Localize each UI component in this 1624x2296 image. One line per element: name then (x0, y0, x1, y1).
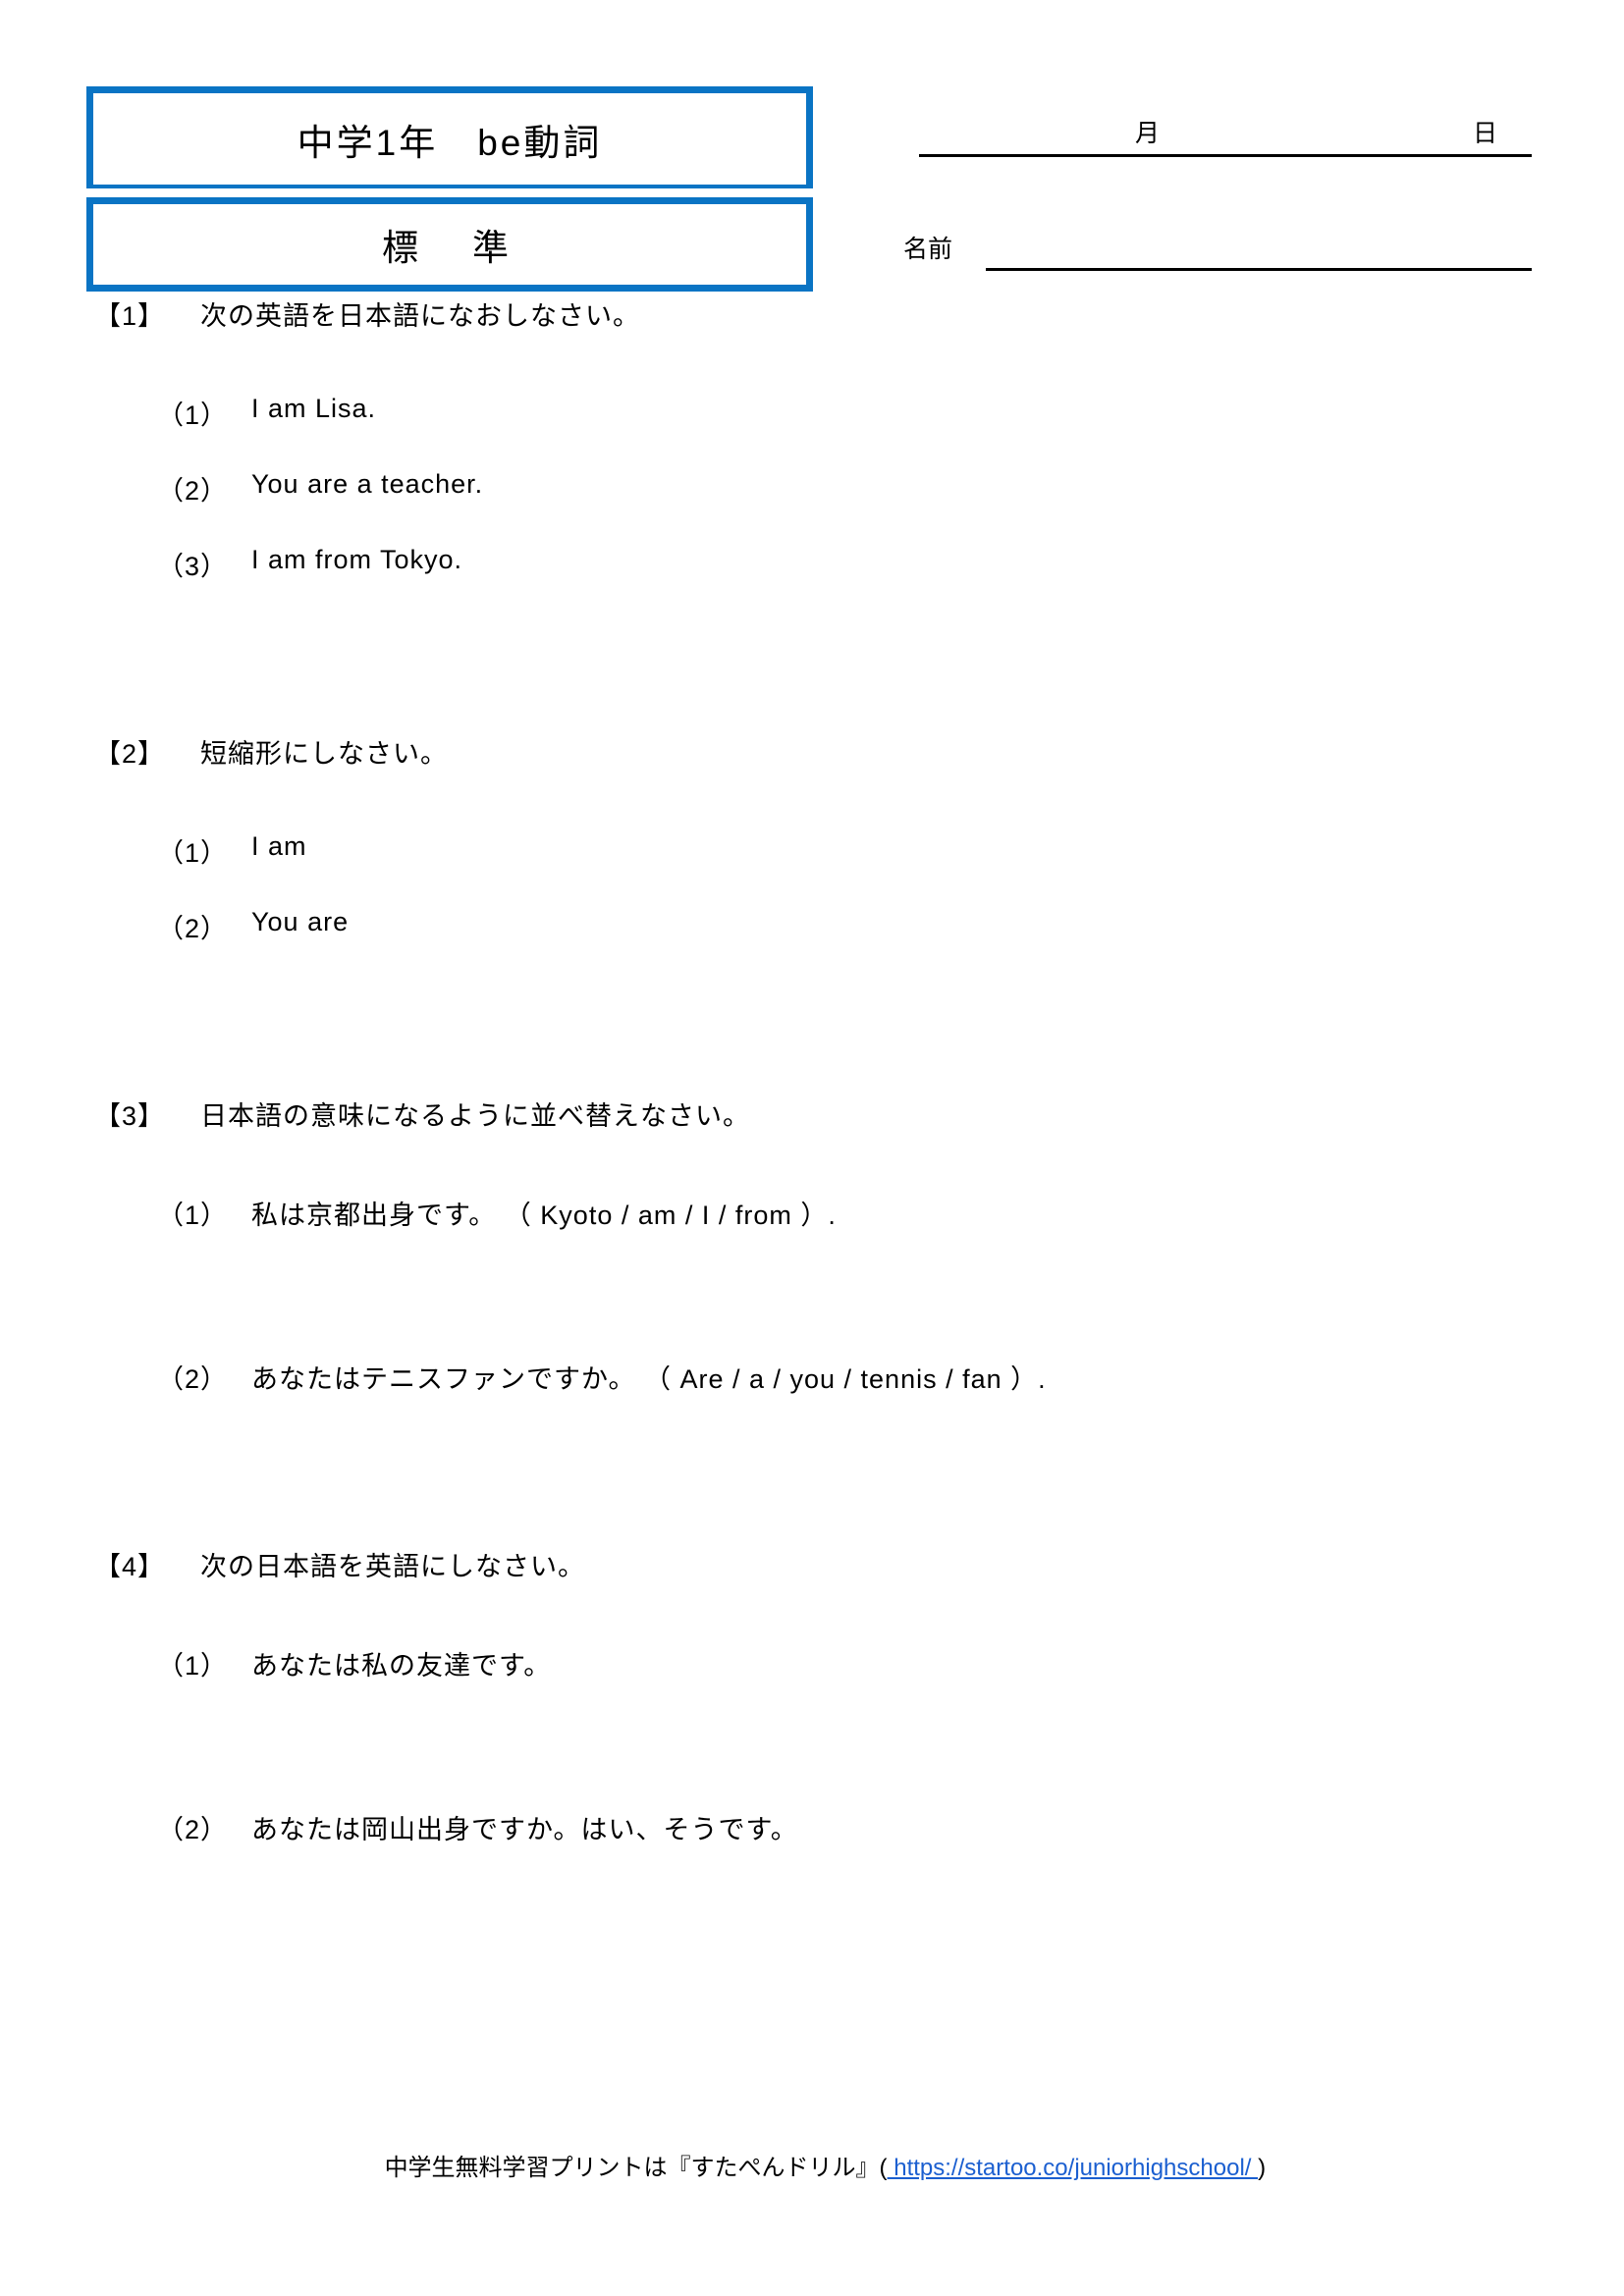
section-1-number: 【1】 (94, 301, 166, 331)
section-4-heading: 【4】 次の日本語を英語にしなさい。 (0, 1545, 1624, 1583)
section-1: 【1】 次の英語を日本語になおしなさい。 （1） I am Lisa. （2） … (0, 294, 1624, 583)
question-1-1: （1） I am Lisa. (0, 394, 1624, 432)
question-number: （2） (157, 476, 229, 506)
question-text: あなたはテニスファンですか。 （ Are / a / you / tennis … (251, 1364, 1047, 1394)
question-number: （1） (157, 838, 229, 868)
section-3-title: 日本語の意味になるように並べ替えなさい。 (200, 1101, 750, 1131)
question-text: あなたは岡山出身ですか。はい、そうです。 (251, 1815, 798, 1844)
footer-site-link[interactable]: https://startoo.co/juniorhighschool/ (888, 2155, 1259, 2181)
worksheet-header: 中学1年 be動詞 標 準 月 日 名前 (0, 0, 1624, 294)
question-2-1: （1） I am (0, 831, 1624, 870)
question-text: I am from Tokyo. (251, 545, 463, 574)
section-4-title: 次の日本語を英語にしなさい。 (200, 1552, 585, 1581)
question-text: You are (251, 907, 350, 936)
question-text: I am (251, 831, 307, 861)
question-text: I am Lisa. (251, 394, 377, 423)
section-2-heading: 【2】 短縮形にしなさい。 (0, 732, 1624, 771)
question-text: You are a teacher. (251, 469, 484, 499)
question-2-2: （2） You are (0, 907, 1624, 945)
worksheet-level-box: 標 準 (86, 197, 813, 292)
footer-text-before: 中学生無料学習プリントは『すたぺんドリル』( (384, 2155, 888, 2181)
question-4-1: （1） あなたは私の友達です。 (0, 1644, 1624, 1682)
question-3-1: （1） 私は京都出身です。 （ Kyoto / am / I / from ）. (0, 1194, 1624, 1232)
worksheet-title-box: 中学1年 be動詞 (86, 86, 813, 188)
question-number: （2） (157, 914, 229, 943)
name-write-line[interactable] (986, 268, 1532, 271)
name-row: 名前 (903, 194, 1532, 279)
date-row: 月 日 (903, 90, 1532, 167)
section-3-number: 【3】 (94, 1101, 166, 1131)
question-number: （1） (157, 400, 229, 430)
day-label: 日 (1473, 120, 1498, 147)
page-title: 中学1年 be動詞 (297, 122, 603, 163)
section-2: 【2】 短縮形にしなさい。 （1） I am （2） You are (0, 732, 1624, 945)
section-1-title: 次の英語を日本語になおしなさい。 (200, 301, 640, 331)
month-label: 月 (1135, 120, 1161, 147)
question-number: （1） (157, 1651, 229, 1681)
section-3: 【3】 日本語の意味になるように並べ替えなさい。 （1） 私は京都出身です。 （… (0, 1095, 1624, 1396)
question-text: 私は京都出身です。 （ Kyoto / am / I / from ）. (251, 1201, 837, 1230)
section-1-heading: 【1】 次の英語を日本語になおしなさい。 (0, 294, 1624, 333)
section-3-heading: 【3】 日本語の意味になるように並べ替えなさい。 (0, 1095, 1624, 1133)
footer-text-after: ) (1258, 2155, 1267, 2181)
section-2-title: 短縮形にしなさい。 (200, 739, 448, 769)
difficulty-label: 標 準 (382, 228, 517, 268)
section-2-number: 【2】 (94, 739, 166, 769)
question-3-2: （2） あなたはテニスファンですか。 （ Are / a / you / ten… (0, 1358, 1624, 1396)
question-number: （2） (157, 1364, 229, 1394)
date-write-line[interactable] (919, 154, 1532, 157)
worksheet-content: 【1】 次の英語を日本語になおしなさい。 （1） I am Lisa. （2） … (0, 294, 1624, 1846)
student-meta-block: 月 日 名前 (903, 90, 1532, 279)
question-text: あなたは私の友達です。 (251, 1651, 552, 1681)
worksheet-page: 中学1年 be動詞 標 準 月 日 名前 【1】 次の英語を日本語になおしなさい (0, 0, 1624, 2296)
section-4: 【4】 次の日本語を英語にしなさい。 （1） あなたは私の友達です。 （2） あ… (0, 1545, 1624, 1846)
question-number: （1） (157, 1201, 229, 1230)
question-number: （3） (157, 552, 229, 581)
question-1-3: （3） I am from Tokyo. (0, 545, 1624, 583)
question-4-2: （2） あなたは岡山出身ですか。はい、そうです。 (0, 1808, 1624, 1846)
question-number: （2） (157, 1815, 229, 1844)
section-4-number: 【4】 (94, 1552, 166, 1581)
name-label: 名前 (903, 236, 953, 263)
worksheet-footer: 中学生無料学習プリントは『すたぺんドリル』( https://startoo.c… (0, 2120, 1624, 2210)
title-block: 中学1年 be動詞 標 準 (86, 86, 813, 292)
question-1-2: （2） You are a teacher. (0, 469, 1624, 507)
